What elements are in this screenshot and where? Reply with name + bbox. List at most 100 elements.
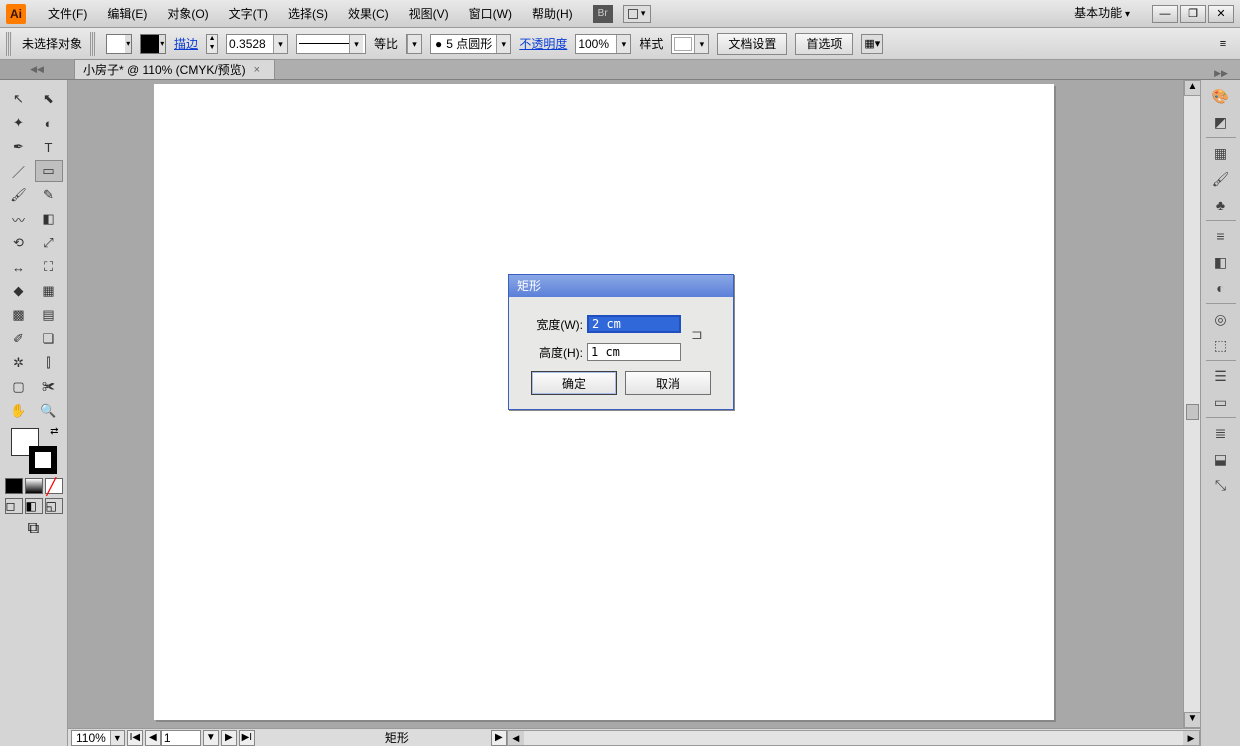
color-guide-panel-icon[interactable]: ◩ (1206, 110, 1236, 134)
scroll-right-button[interactable]: ▶ (1183, 731, 1199, 745)
draw-normal-button[interactable]: ◻ (5, 498, 23, 514)
dialog-title-bar[interactable]: 矩形 (509, 275, 733, 297)
graph-tool[interactable]: ⫿ (35, 352, 63, 374)
scroll-up-button[interactable]: ▲ (1184, 80, 1200, 96)
zoom-tool[interactable]: 🔍 (35, 400, 63, 422)
eyedropper-tool[interactable]: ✐ (5, 328, 33, 350)
scroll-down-button[interactable]: ▼ (1184, 712, 1200, 728)
scroll-left-button[interactable]: ◀ (508, 731, 524, 745)
draw-inside-button[interactable]: ◱ (45, 498, 63, 514)
window-maximize-button[interactable]: ❐ (1180, 5, 1206, 23)
slice-tool[interactable]: ✀ (35, 376, 63, 398)
eraser-tool[interactable]: ◧ (35, 208, 63, 230)
graphic-style-dropdown[interactable]: ▾ (671, 34, 709, 54)
menu-item[interactable]: 帮助(H) (522, 0, 583, 28)
color-mode-button[interactable] (5, 478, 23, 494)
document-setup-button[interactable]: 文档设置 (717, 33, 787, 55)
menu-item[interactable]: 窗口(W) (459, 0, 522, 28)
control-bar-menu-icon[interactable]: ≡ (1212, 34, 1234, 54)
fill-stroke-picker[interactable]: ⇄ (11, 428, 57, 474)
stroke-weight-combo[interactable]: ▾ (226, 34, 288, 54)
direct-selection-tool[interactable]: ⬉ (35, 88, 63, 110)
draw-behind-button[interactable]: ◧ (25, 498, 43, 514)
fill-swatch-dropdown[interactable]: ▾ (106, 34, 132, 54)
rectangle-tool[interactable]: ▭ (35, 160, 63, 182)
none-mode-button[interactable]: ╱ (45, 478, 63, 494)
stroke-swatch-dropdown[interactable]: ▾ (140, 34, 166, 54)
line-tool[interactable]: ／ (5, 160, 33, 182)
menu-item[interactable]: 文件(F) (38, 0, 97, 28)
variable-width-profile-dropdown[interactable]: ▾ (296, 34, 366, 54)
document-tab-close-button[interactable]: × (254, 61, 260, 79)
magic-wand-tool[interactable]: ✦ (5, 112, 33, 134)
scale-tool[interactable]: ⤢ (35, 232, 63, 254)
gradient-mode-button[interactable] (25, 478, 43, 494)
free-transform-tool[interactable]: ⛶ (35, 256, 63, 278)
width-input[interactable] (587, 315, 681, 333)
control-bar-handle[interactable] (6, 32, 12, 56)
last-artboard-button[interactable]: ▶I (239, 730, 255, 746)
brush-definition-dropdown[interactable]: ● 5 点圆形 ▾ (430, 34, 511, 54)
first-artboard-button[interactable]: I◀ (127, 730, 143, 746)
dash-dropdown[interactable]: ▾ (406, 34, 422, 54)
document-tab[interactable]: 小房子* @ 110% (CMYK/预览) × (74, 59, 275, 79)
prev-artboard-button[interactable]: ◀ (145, 730, 161, 746)
symbol-sprayer-tool[interactable]: ✲ (5, 352, 33, 374)
opacity-link-label[interactable]: 不透明度 (519, 35, 567, 52)
layout-arrange-dropdown[interactable] (623, 5, 651, 23)
status-menu-button[interactable]: ▶ (491, 730, 507, 746)
align-to-dropdown[interactable]: ▦▾ (861, 34, 883, 54)
align-panel-icon[interactable]: ≣ (1206, 421, 1236, 445)
stroke-swatch[interactable] (29, 446, 57, 474)
next-artboard-button[interactable]: ▶ (221, 730, 237, 746)
dock-collapse-toggle[interactable]: ▶▶ (1202, 68, 1240, 79)
width-tool[interactable]: ↔ (5, 256, 33, 278)
constrain-proportions-icon[interactable]: ⊐ (691, 326, 703, 343)
menu-item[interactable]: 文字(T) (219, 0, 278, 28)
menu-item[interactable]: 编辑(E) (97, 0, 157, 28)
mesh-tool[interactable]: ▩ (5, 304, 33, 326)
graphic-styles-panel-icon[interactable]: ⬚ (1206, 333, 1236, 357)
brushes-panel-icon[interactable]: 🖌 (1206, 167, 1236, 191)
swatches-panel-icon[interactable]: ▦ (1206, 141, 1236, 165)
bridge-button[interactable]: Br (593, 5, 613, 23)
menu-item[interactable]: 选择(S) (278, 0, 338, 28)
hand-tool[interactable]: ✋ (5, 400, 33, 422)
rotate-tool[interactable]: ⟲ (5, 232, 33, 254)
artboard-nav-dropdown[interactable]: ▼ (203, 730, 219, 746)
horizontal-scrollbar[interactable]: ◀ ▶ (507, 730, 1200, 746)
menu-item[interactable]: 视图(V) (399, 0, 459, 28)
vertical-scrollbar[interactable]: ▲ ▼ (1183, 80, 1200, 728)
menu-item[interactable]: 对象(O) (157, 0, 218, 28)
stroke-link-label[interactable]: 描边 (174, 35, 198, 52)
height-input[interactable] (587, 343, 681, 361)
symbols-panel-icon[interactable]: ♣ (1206, 193, 1236, 217)
perspective-tool[interactable]: ▦ (35, 280, 63, 302)
type-tool[interactable]: T (35, 136, 63, 158)
stroke-panel-icon[interactable]: ≡ (1206, 224, 1236, 248)
paintbrush-tool[interactable]: 🖌 (5, 184, 33, 206)
appearance-panel-icon[interactable]: ◎ (1206, 307, 1236, 331)
artboards-panel-icon[interactable]: ▭ (1206, 390, 1236, 414)
color-panel-icon[interactable]: 🎨 (1206, 84, 1236, 108)
pencil-tool[interactable]: ✎ (35, 184, 63, 206)
blend-tool[interactable]: ❏ (35, 328, 63, 350)
vertical-scroll-thumb[interactable] (1186, 404, 1199, 420)
opacity-input[interactable] (576, 35, 616, 53)
blob-brush-tool[interactable]: 〰 (5, 208, 33, 230)
pen-tool[interactable]: ✒ (5, 136, 33, 158)
gradient-panel-icon[interactable]: ◧ (1206, 250, 1236, 274)
shape-builder-tool[interactable]: ◆ (5, 280, 33, 302)
transparency-panel-icon[interactable]: ◐ (1206, 276, 1236, 300)
stroke-weight-stepper[interactable]: ▲▼ (206, 34, 218, 54)
workspace-switcher[interactable]: 基本功能 (1066, 0, 1138, 28)
pathfinder-panel-icon[interactable]: ⬓ (1206, 447, 1236, 471)
lasso-tool[interactable]: ◐ (35, 112, 63, 134)
opacity-combo[interactable]: ▾ (575, 34, 631, 54)
gradient-tool[interactable]: ▤ (35, 304, 63, 326)
window-close-button[interactable]: ✕ (1208, 5, 1234, 23)
screen-mode-button[interactable]: ⧉ (28, 520, 39, 538)
menu-item[interactable]: 效果(C) (338, 0, 399, 28)
transform-panel-icon[interactable]: ⤡ (1206, 473, 1236, 497)
artboard-number-input[interactable] (161, 730, 201, 746)
